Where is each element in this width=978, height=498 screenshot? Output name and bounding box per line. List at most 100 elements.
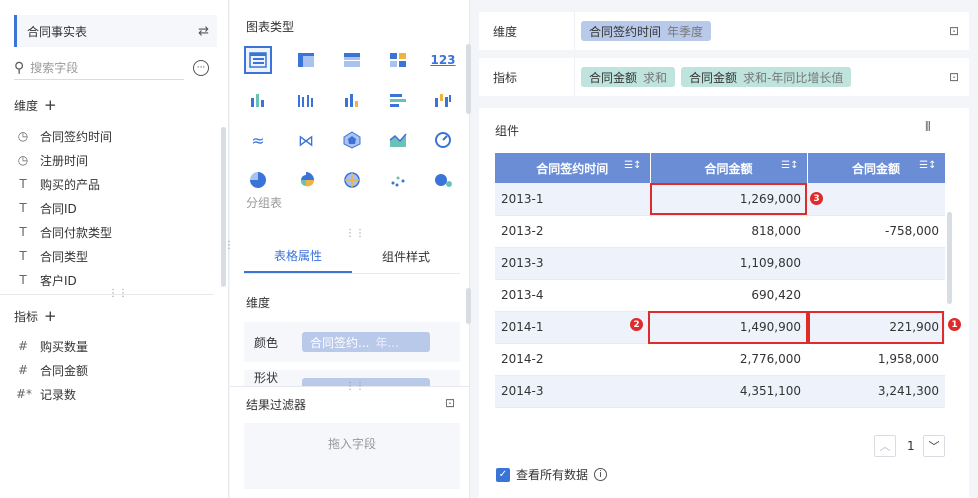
measure-pill[interactable]: 合同金额 求和 <box>581 67 676 87</box>
color-pill[interactable]: 合同签约... 年... <box>302 332 430 352</box>
measure-drop-zone[interactable]: 合同金额 求和 合同金额 求和-年同比增长值 <box>574 58 939 96</box>
sort-icon[interactable]: ☰↕ <box>624 160 641 171</box>
field-search[interactable]: ⚲ 搜索字段 <box>14 56 184 80</box>
switch-dataset-icon[interactable]: ⇄ <box>198 24 209 39</box>
page-next-icon[interactable]: ﹀ <box>923 435 945 457</box>
page-prev-icon[interactable]: ︿ <box>874 435 896 457</box>
filter-drop-zone[interactable]: 拖入字段 <box>244 423 460 489</box>
drag-handle-icon[interactable]: ⋮⋮ <box>345 228 365 239</box>
table-cell[interactable] <box>807 279 945 312</box>
table-cell[interactable]: 2014-3 <box>495 375 650 408</box>
kpi-card-icon[interactable] <box>384 46 412 74</box>
info-icon[interactable]: i <box>594 468 608 481</box>
table-row: 2014-2 2,776,000 1,958,000 <box>495 343 945 376</box>
table-cell[interactable]: 2,776,000 <box>650 343 807 376</box>
checkbox-checked-icon[interactable]: ✓ <box>496 467 510 482</box>
field-item[interactable]: ◷ 注册时间 <box>16 149 88 171</box>
column-header[interactable]: 合同签约时间 ☰↕ <box>495 153 651 183</box>
table-cell[interactable]: 4,351,100 <box>650 375 807 408</box>
field-item[interactable]: T 合同类型 <box>16 245 88 267</box>
page-number: 1 <box>907 439 915 453</box>
table-cell[interactable]: 818,000 <box>650 215 807 248</box>
sort-icon[interactable]: ☰↕ <box>781 160 798 171</box>
field-item[interactable]: T 客户ID <box>16 269 76 291</box>
scatter-chart-icon[interactable] <box>384 166 412 194</box>
drag-handle-icon[interactable]: ⋮⋮ <box>108 288 128 299</box>
pie-chart-icon[interactable] <box>244 166 272 194</box>
drag-handle-icon[interactable]: ⋮⋮ <box>345 381 365 392</box>
clock-icon: ◷ <box>17 129 29 143</box>
filter-lock-icon[interactable]: ⊡ <box>445 396 455 410</box>
column-header[interactable]: 合同金额 ☰↕ <box>807 153 946 183</box>
search-input[interactable]: 搜索字段 <box>30 59 78 76</box>
number-icon[interactable]: 123 <box>429 46 457 74</box>
field-item[interactable]: T 合同ID <box>16 197 76 219</box>
area-chart-icon[interactable] <box>384 126 412 154</box>
table-cell[interactable]: 1,958,000 <box>807 343 945 376</box>
horizontal-bar-icon[interactable] <box>384 86 412 114</box>
measure-shelf-label: 指标 <box>493 70 518 85</box>
field-item[interactable]: # 购买数量 <box>16 335 88 357</box>
table-overflow <box>495 414 945 426</box>
measure-pill[interactable]: 合同金额 求和-年同比增长值 <box>681 67 852 87</box>
show-all-data[interactable]: ✓ 查看所有数据 i <box>496 466 608 483</box>
table-cell[interactable]: -758,000 <box>807 215 945 248</box>
field-item[interactable]: T 购买的产品 <box>16 173 100 195</box>
field-item[interactable]: #* 记录数 <box>16 383 76 405</box>
table-cell[interactable]: 690,420 <box>650 279 807 312</box>
map-chart-icon[interactable] <box>338 166 366 194</box>
field-item[interactable]: T 合同付款类型 <box>16 221 112 243</box>
table-cell[interactable]: 1,109,800 <box>650 247 807 280</box>
detail-table-icon[interactable] <box>338 46 366 74</box>
hash-icon: # <box>17 339 29 353</box>
dimension-lock-icon[interactable]: ⊡ <box>939 24 969 38</box>
shape-pill[interactable] <box>302 378 430 386</box>
table-row: 2013-2 818,000 -758,000 <box>495 215 945 248</box>
column-header[interactable]: 合同金额 ☰↕ <box>650 153 808 183</box>
column-settings-icon[interactable]: ⦀ <box>925 120 931 135</box>
radar-chart-icon[interactable] <box>338 126 366 154</box>
dimension-drop-zone[interactable]: 合同签约时间 年季度 <box>574 12 939 50</box>
gauge-chart-icon[interactable] <box>429 126 457 154</box>
field-item[interactable]: # 合同金额 <box>16 359 88 381</box>
table-row: 2013-4 690,420 <box>495 279 945 312</box>
cross-table-icon[interactable] <box>292 46 320 74</box>
table-cell[interactable] <box>807 247 945 280</box>
bar-chart-icon[interactable] <box>244 86 272 114</box>
rose-chart-icon[interactable] <box>292 166 320 194</box>
hash-icon: # <box>17 363 29 377</box>
table-cell[interactable] <box>807 183 945 216</box>
more-options-icon[interactable]: ··· <box>193 60 209 76</box>
dimension-pill[interactable]: 合同签约时间 年季度 <box>581 21 712 41</box>
multi-line-icon[interactable]: ⋈ <box>292 126 320 154</box>
tab-table-properties[interactable]: 表格属性 <box>244 240 352 273</box>
table-cell[interactable]: 2013-4 <box>495 279 650 312</box>
sort-icon[interactable]: ☰↕ <box>919 160 936 171</box>
table-cell[interactable]: 2014-1 <box>495 311 650 344</box>
tab-component-style[interactable]: 组件样式 <box>352 240 460 273</box>
field-panel: 合同事实表 ⇄ ⚲ 搜索字段 ··· 维度 + ◷ 合同签约时间 ◷ 注册时间 T 购买的… <box>0 0 234 498</box>
add-dimension-icon[interactable]: + <box>44 96 57 114</box>
line-chart-icon[interactable]: ≈ <box>244 126 272 154</box>
field-scrollbar[interactable] <box>221 127 226 287</box>
waterfall-chart-icon[interactable] <box>429 86 457 114</box>
grouped-table-icon[interactable] <box>244 46 272 74</box>
shape-label: 形状 <box>254 371 279 385</box>
column-chart-icon[interactable] <box>338 86 366 114</box>
measure-lock-icon[interactable]: ⊡ <box>939 70 969 84</box>
table-cell[interactable]: 2013-3 <box>495 247 650 280</box>
add-measure-icon[interactable]: + <box>44 307 57 325</box>
grouped-bar-icon[interactable] <box>292 86 320 114</box>
annotation-badge: 3 <box>810 192 823 205</box>
table-scrollbar[interactable] <box>947 212 952 304</box>
property-tabs: 表格属性 组件样式 <box>244 240 460 274</box>
field-item[interactable]: ◷ 合同签约时间 <box>16 125 112 147</box>
dataset-selector[interactable]: 合同事实表 ⇄ <box>14 15 217 47</box>
table-cell[interactable]: 3,241,300 <box>807 375 945 408</box>
component-title: 组件 <box>495 124 520 138</box>
table-cell[interactable]: 2013-1 <box>495 183 650 216</box>
section-divider <box>0 294 214 295</box>
table-cell[interactable]: 2013-2 <box>495 215 650 248</box>
table-cell[interactable]: 2014-2 <box>495 343 650 376</box>
bubble-chart-icon[interactable] <box>429 166 457 194</box>
